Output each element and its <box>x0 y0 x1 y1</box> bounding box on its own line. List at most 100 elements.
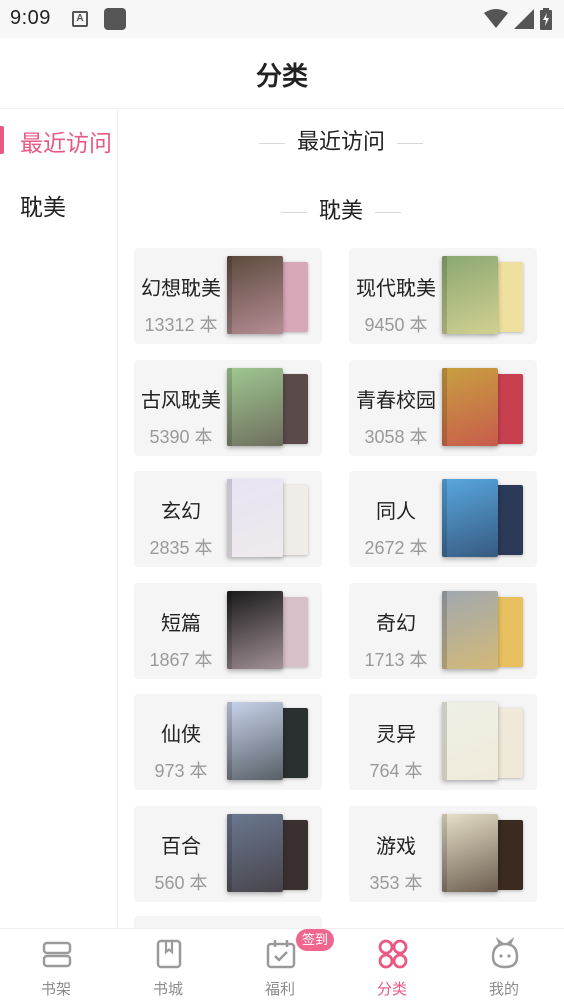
notification-app-icon <box>104 8 126 30</box>
book-spine <box>442 367 447 446</box>
category-card[interactable] <box>134 916 322 928</box>
category-card[interactable]: 幻想耽美 13312 本 <box>134 248 322 344</box>
nav-label: 福利 <box>264 981 295 998</box>
category-book-count: 3058 本 <box>364 426 428 447</box>
category-book-count: 2835 本 <box>149 538 213 558</box>
sign-in-badge[interactable]: 签到 <box>296 929 334 951</box>
page-title: 分类 <box>255 61 308 91</box>
book-cover-image <box>442 367 498 446</box>
book-spine <box>442 813 447 892</box>
notification-a-icon: A <box>72 11 88 27</box>
category-card[interactable]: 百合 560 本 <box>134 805 322 902</box>
sidebar-item-label: 耽美 <box>20 194 66 220</box>
category-name: 短篇 <box>161 612 201 635</box>
category-card[interactable]: 游戏 353 本 <box>349 805 537 902</box>
category-book-count: 13312 本 <box>144 315 218 335</box>
book-spine <box>442 702 447 780</box>
sidebar-item-danmei[interactable]: 耽美 <box>0 174 117 234</box>
bookstore-icon <box>156 939 182 969</box>
category-card[interactable]: 玄幻 2835 本 <box>134 471 322 567</box>
category-name: 同人 <box>376 501 416 523</box>
book-spine <box>442 479 447 557</box>
category-name: 玄幻 <box>161 501 201 523</box>
nav-label: 书城 <box>152 981 183 998</box>
divider <box>280 211 307 213</box>
book-cover-image <box>227 702 283 780</box>
category-content[interactable]: 最近访问 耽美 幻想耽美 13312 本 现代耽美 9450 本古风耽美 5390 本 青… <box>118 110 564 928</box>
nav-label: 我的 <box>488 981 519 998</box>
book-spine <box>442 256 447 334</box>
category-name: 现代耽美 <box>356 278 436 300</box>
bottom-nav: 书架 书城 福利 分类 我的 <box>0 928 564 1004</box>
status-bar: 9:09 A <box>0 0 564 38</box>
sidebar: 最近访问 耽美 <box>0 110 118 928</box>
calendar-check-icon <box>266 940 296 969</box>
category-name: 游戏 <box>376 835 416 858</box>
category-book-count: 1867 本 <box>149 649 213 670</box>
grid-icon <box>378 939 408 969</box>
category-card[interactable]: 现代耽美 9450 本 <box>349 248 537 344</box>
category-book-count: 764 本 <box>369 761 423 781</box>
battery-icon <box>540 8 552 30</box>
category-name: 灵异 <box>376 724 416 746</box>
book-cover-image <box>442 256 498 334</box>
category-name: 青春校园 <box>356 389 436 412</box>
category-name: 奇幻 <box>376 612 416 635</box>
header: 分类 <box>0 38 564 109</box>
book-spine <box>227 702 232 780</box>
category-name: 古风耽美 <box>141 389 221 412</box>
book-cover-image <box>227 367 283 446</box>
book-cover-image <box>442 702 498 780</box>
book-cover-image <box>227 590 283 669</box>
category-book-count: 5390 本 <box>149 426 213 447</box>
category-book-count: 560 本 <box>154 872 208 893</box>
book-spine <box>227 367 232 446</box>
profile-icon <box>491 937 519 969</box>
book-spine <box>227 256 232 334</box>
section-title-text: 耽美 <box>318 198 363 223</box>
section-title-danmei: 耽美 <box>118 193 564 225</box>
category-book-count: 1713 本 <box>364 649 428 670</box>
category-card[interactable]: 古风耽美 5390 本 <box>134 359 322 456</box>
bookshelf-icon <box>42 941 72 968</box>
category-card[interactable]: 短篇 1867 本 <box>134 582 322 679</box>
nav-label: 分类 <box>376 981 407 998</box>
book-spine <box>227 479 232 557</box>
category-card[interactable]: 灵异 764 本 <box>349 694 537 790</box>
category-name: 幻想耽美 <box>141 278 221 300</box>
category-book-count: 2672 本 <box>364 538 428 558</box>
divider <box>397 142 423 144</box>
category-card[interactable]: 同人 2672 本 <box>349 471 537 567</box>
status-time: 9:09 <box>10 7 51 29</box>
category-card[interactable]: 仙侠 973 本 <box>134 694 322 790</box>
category-book-count: 9450 本 <box>364 315 428 335</box>
category-book-count: 353 本 <box>369 872 423 893</box>
divider <box>258 142 285 144</box>
book-cover-image <box>442 813 498 892</box>
book-cover-image <box>227 256 283 334</box>
signal-icon <box>514 9 534 29</box>
category-name: 仙侠 <box>161 724 201 746</box>
category-card[interactable]: 青春校园 3058 本 <box>349 359 537 456</box>
book-cover-image <box>442 479 498 557</box>
nav-label: 书架 <box>40 981 71 998</box>
wifi-icon <box>484 9 508 28</box>
category-book-count: 973 本 <box>154 761 208 781</box>
book-spine <box>442 590 447 669</box>
sidebar-item-recent[interactable]: 最近访问 <box>0 110 117 170</box>
book-spine <box>227 813 232 892</box>
section-title-recent: 最近访问 <box>118 124 564 156</box>
status-indicators <box>484 8 552 30</box>
category-name: 百合 <box>161 835 201 858</box>
nav-tab-mine[interactable]: 我的 <box>448 929 560 1004</box>
nav-tab-bookshelf[interactable]: 书架 <box>0 929 112 1004</box>
nav-tab-category[interactable]: 分类 <box>336 929 448 1004</box>
divider <box>375 211 401 213</box>
book-spine <box>227 590 232 669</box>
book-cover-image <box>227 813 283 892</box>
section-title-text: 最近访问 <box>296 129 385 154</box>
book-cover-image <box>442 590 498 669</box>
nav-tab-bookstore[interactable]: 书城 <box>112 929 224 1004</box>
category-card[interactable]: 奇幻 1713 本 <box>349 582 537 679</box>
sidebar-item-label: 最近访问 <box>20 130 112 156</box>
